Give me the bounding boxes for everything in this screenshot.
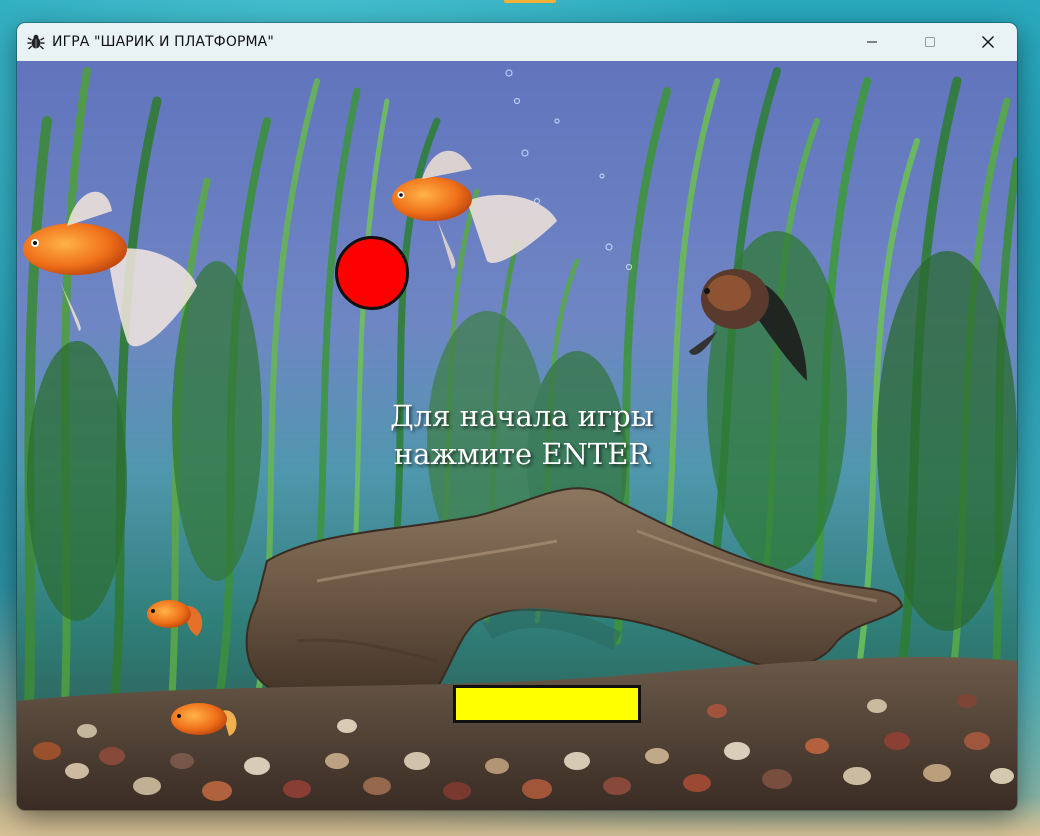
game-canvas[interactable]: Для начала игры нажмите ENTER xyxy=(17,61,1017,810)
start-prompt: Для начала игры нажмите ENTER xyxy=(377,397,667,473)
game-ball xyxy=(335,236,409,310)
prompt-line-2: нажмите ENTER xyxy=(393,437,651,471)
maximize-button[interactable] xyxy=(901,23,959,61)
game-paddle xyxy=(453,685,641,723)
minimize-button[interactable] xyxy=(843,23,901,61)
close-icon xyxy=(982,36,994,48)
window-controls xyxy=(843,23,1017,61)
taskbar-indicator xyxy=(504,0,556,3)
maximize-icon xyxy=(925,37,935,47)
minimize-icon xyxy=(867,41,877,43)
title-bar[interactable]: ИГРА "ШАРИК И ПЛАТФОРМА" xyxy=(17,23,1017,61)
close-button[interactable] xyxy=(959,23,1017,61)
bug-icon xyxy=(26,32,46,52)
game-window: ИГРА "ШАРИК И ПЛАТФОРМА" Для начала игры… xyxy=(17,23,1017,810)
prompt-line-1: Для начала игры xyxy=(390,399,654,433)
window-title: ИГРА "ШАРИК И ПЛАТФОРМА" xyxy=(52,34,274,50)
